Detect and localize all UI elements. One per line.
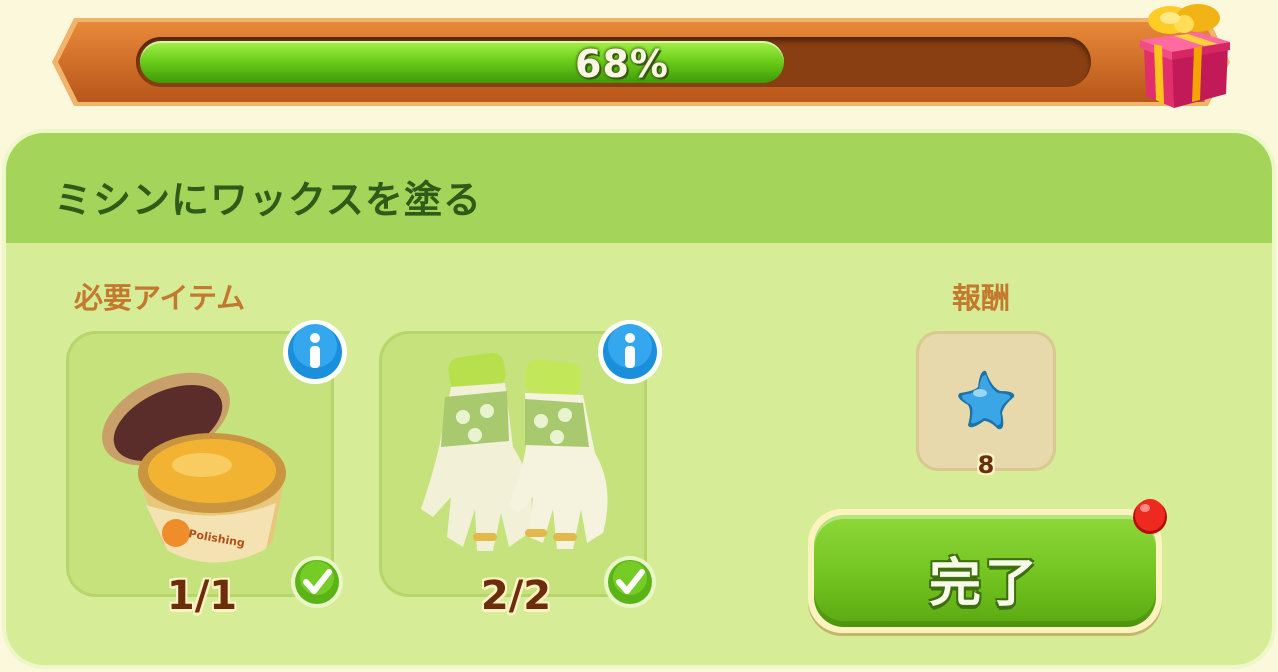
progress-header: 68% <box>52 4 1230 108</box>
reward-label: 報酬 <box>952 281 1011 315</box>
gift-box-icon[interactable] <box>1132 2 1236 112</box>
task-title: ミシンにワックスを塗る <box>54 178 482 222</box>
item-count: 1/1 <box>166 573 238 619</box>
complete-button[interactable]: 完了 <box>808 509 1162 633</box>
required-items-label: 必要アイテム <box>74 281 246 315</box>
notification-dot-icon <box>1133 499 1167 534</box>
info-icon[interactable] <box>597 319 663 385</box>
reward-card[interactable] <box>916 331 1056 471</box>
task-header: ミシンにワックスを塗る <box>6 133 1272 243</box>
complete-button-label: 完了 <box>928 554 1041 614</box>
item-count: 2/2 <box>480 573 552 619</box>
complete-button-face: 完了 <box>814 515 1156 627</box>
reward-amount: 8 <box>977 451 995 479</box>
check-icon <box>604 556 656 608</box>
blue-star-icon <box>958 370 1015 430</box>
check-icon <box>291 556 343 608</box>
progress-percent-label: 68% <box>575 42 669 86</box>
task-panel: ミシンにワックスを塗る 必要アイテム 報酬 Polishing 1/1 2/2 … <box>6 133 1272 665</box>
info-icon[interactable] <box>282 319 348 385</box>
